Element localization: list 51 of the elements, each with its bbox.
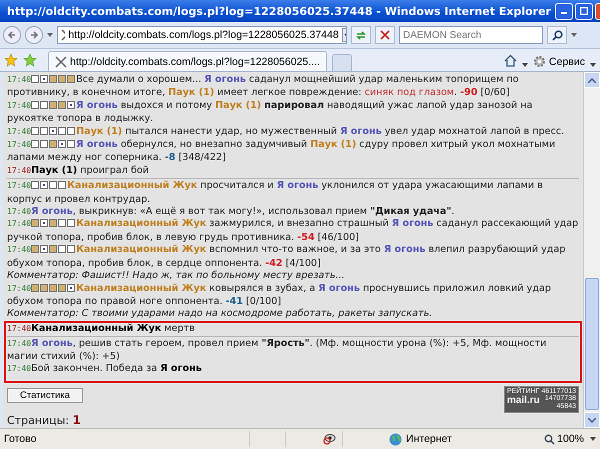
search-button[interactable] — [547, 26, 567, 44]
log-entry: 17:40 Я огонь выдохся и потому Паук (1) парировал наводящий ужас лапой удар занозой на рукоятке топора в лодыжку. — [7, 100, 532, 124]
log-entry: 17:40 Канализационный Жук вспомнил что-то важное, и за это Я огонь влепил разрубающий удар обухом топора, пробив блок, в сердце оппонента. -42 [4/100] — [7, 244, 566, 269]
stop-button[interactable] — [375, 26, 395, 44]
caret-icon[interactable] — [590, 63, 596, 67]
scrollbar[interactable] — [583, 72, 600, 428]
log-entry: 17:40Я огонь, решив стать героем, провел прием "Ярость". (Мф. мощности урона (%): +5, Мф. мощности магии стихий (%): +5) — [7, 338, 546, 362]
maximize-icon — [580, 7, 588, 15]
log-entry: 17:40 Канализационный Жук просчитался и Я огонь уклонился от удара ужасающими лапами в корпус и провел контрудар. — [7, 180, 543, 205]
forward-button[interactable] — [25, 26, 43, 44]
forward-arrow-icon — [29, 30, 39, 40]
caret-icon[interactable] — [522, 63, 528, 67]
status-text: Готово — [4, 433, 38, 445]
address-field[interactable]: http://oldcity.combats.com/logs.pl?log=1228056025.37448 — [57, 26, 347, 44]
globe-icon — [389, 432, 402, 446]
caret-icon[interactable] — [47, 33, 53, 37]
log-entry: Комментатор: Фашист!! Надо ж, так по больному месту врезать... — [7, 270, 345, 282]
caret-icon[interactable] — [571, 33, 577, 37]
star-icon[interactable] — [4, 53, 18, 67]
home-icon[interactable] — [504, 54, 518, 67]
counter-logo: mail.ru — [506, 395, 540, 408]
refresh-button[interactable] — [351, 26, 371, 44]
privacy-eye-icon[interactable] — [322, 433, 336, 445]
stop-icon — [380, 30, 390, 40]
scroll-down-icon — [588, 418, 596, 422]
caret-icon[interactable] — [590, 437, 596, 441]
statistics-button[interactable]: Статистика — [7, 388, 83, 404]
zoom-icon — [544, 434, 556, 444]
log-entry: 17:40 Паук (1) пытался нанести удар, но мужественный Я огонь увел удар мохнатой лапой в пресс. — [7, 126, 564, 137]
search-icon — [552, 30, 562, 40]
back-button[interactable] — [3, 26, 21, 44]
search-field[interactable]: DAEMON Search — [399, 26, 543, 44]
gear-icon — [533, 55, 546, 68]
page-link[interactable]: 1 — [72, 413, 81, 428]
maximize-button[interactable] — [574, 2, 593, 20]
tools-menu[interactable]: Сервис — [533, 55, 585, 68]
zone-text: Интернет — [406, 433, 452, 445]
zoom-control[interactable]: 100% — [544, 433, 584, 445]
minimize-button[interactable] — [554, 2, 573, 20]
log-entry: Комментатор: С твоими ударами надо на космодроме работать, ракеты запускать. — [7, 308, 432, 320]
log-entry: 17:40Я огонь, выкрикнув: «А ещё я вот так могу!», использовал прием "Дикая удача". — [7, 206, 454, 218]
refresh-icon — [355, 29, 367, 41]
browser-tab[interactable]: http://oldcity.combats.com/logs.pl?log=1228056025.... — [48, 51, 327, 71]
window-title: http://oldcity.combats.com/logs.pl?log=1228056025.37448 - Windows Internet Explorer — [7, 4, 551, 18]
scroll-up-icon — [588, 78, 596, 82]
pages-label: Страницы: — [7, 414, 70, 428]
log-entry: 17:40Канализационный Жук мертв — [7, 322, 195, 334]
back-arrow-icon — [7, 30, 17, 40]
log-entry: 17:40 Канализационный Жук ковырялся в зубах, а Я огонь проснувшись приложил ловкий удар обухом топора по правой ноге оппонента. -41 [0/100] — [7, 282, 551, 307]
log-entry: 17:40Бой закончен. Победа за Я огонь — [7, 362, 202, 374]
log-entry: 17:40Паук (1) проиграл бой — [7, 164, 149, 176]
